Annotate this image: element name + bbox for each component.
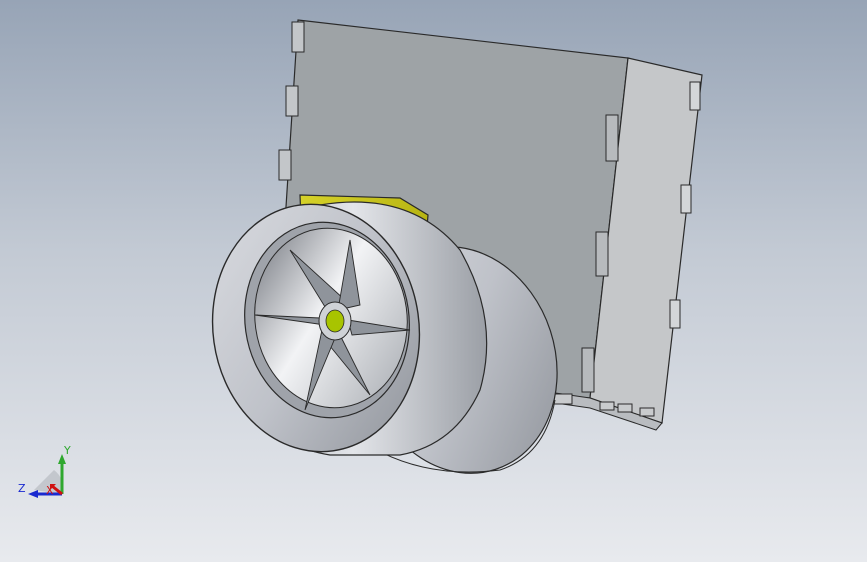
y-axis-label: Y xyxy=(63,444,71,457)
z-axis-label: Z xyxy=(18,482,26,495)
graphics-viewport[interactable]: Y Z X xyxy=(0,0,867,562)
model-scene[interactable] xyxy=(0,0,867,562)
z-axis-arrowhead xyxy=(28,490,38,498)
orientation-triad[interactable]: Y Z X xyxy=(14,440,84,510)
x-axis-label: X xyxy=(46,484,54,497)
